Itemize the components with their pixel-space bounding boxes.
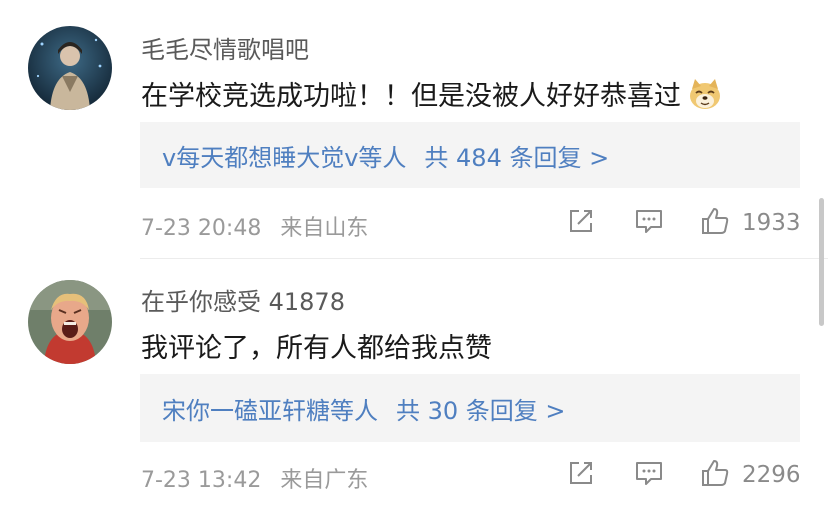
action-bar: 2296 [0,458,828,494]
divider [140,258,828,259]
username[interactable]: 在乎你感受 41878 [141,282,345,317]
comment-text-row: 我评论了，所有人都给我点赞 [141,326,492,365]
comment-icon[interactable] [634,206,664,236]
reply-total[interactable]: 共 30 条回复 > [396,391,566,426]
like-icon[interactable] [700,206,730,236]
share-icon[interactable] [566,206,596,236]
doge-emoji-icon [687,77,723,111]
scrollbar[interactable] [819,198,824,326]
comment-text: 我评论了，所有人都给我点赞 [141,333,492,364]
reply-names[interactable]: v每天都想睡大觉v [162,138,358,173]
comment-text-row: 在学校竞选成功啦！！但是没被人好好恭喜过 [141,74,723,113]
comment-text: 在学校竞选成功啦！！但是没被人好好恭喜过 [141,81,681,112]
reply-suffix: 等人 [358,143,407,172]
comment-item: 在乎你感受 41878 我评论了，所有人都给我点赞 宋你一磕亚轩糖 等人 共 3… [0,260,828,508]
share-icon[interactable] [566,458,596,488]
like-count: 1933 [742,210,801,236]
avatar[interactable] [28,26,112,110]
comment-item: 毛毛尽情歌唱吧 在学校竞选成功啦！！但是没被人好好恭喜过 v每天都想睡大觉v 等… [0,0,828,258]
avatar[interactable] [28,280,112,364]
action-bar: 1933 [0,206,828,242]
like-icon[interactable] [700,458,730,488]
reply-suffix: 等人 [330,396,378,425]
username[interactable]: 毛毛尽情歌唱吧 [141,30,309,65]
reply-names[interactable]: 宋你一磕亚轩糖 [162,391,330,426]
reply-summary[interactable]: v每天都想睡大觉v 等人 共 484 条回复 > [140,122,800,188]
comment-icon[interactable] [634,458,664,488]
like-count: 2296 [742,462,801,488]
reply-summary[interactable]: 宋你一磕亚轩糖 等人 共 30 条回复 > [140,374,800,442]
reply-total[interactable]: 共 484 条回复 > [424,138,609,173]
